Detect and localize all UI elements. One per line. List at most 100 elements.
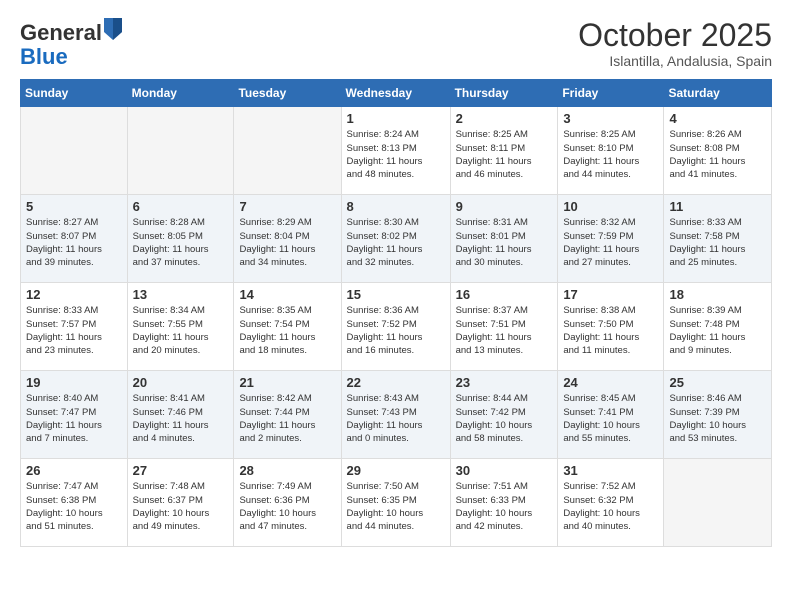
col-thursday: Thursday xyxy=(450,80,558,107)
day-info: Sunrise: 8:37 AM Sunset: 7:51 PM Dayligh… xyxy=(456,304,553,357)
calendar-cell: 20 Sunrise: 8:41 AM Sunset: 7:46 PM Dayli… xyxy=(127,371,234,459)
day-number: 24 xyxy=(563,375,658,390)
location-subtitle: Islantilla, Andalusia, Spain xyxy=(578,53,772,69)
day-info: Sunrise: 7:51 AM Sunset: 6:33 PM Dayligh… xyxy=(456,480,553,533)
col-sunday: Sunday xyxy=(21,80,128,107)
day-number: 17 xyxy=(563,287,658,302)
calendar-cell: 26 Sunrise: 7:47 AM Sunset: 6:38 PM Dayli… xyxy=(21,459,128,547)
calendar-cell: 13 Sunrise: 8:34 AM Sunset: 7:55 PM Dayli… xyxy=(127,283,234,371)
calendar-cell: 17 Sunrise: 8:38 AM Sunset: 7:50 PM Dayli… xyxy=(558,283,664,371)
day-info: Sunrise: 8:30 AM Sunset: 8:02 PM Dayligh… xyxy=(347,216,445,269)
calendar-cell: 31Sunrise: 7:52 AM Sunset: 6:32 PM Dayli… xyxy=(558,459,664,547)
logo-icon xyxy=(104,18,122,40)
calendar-cell: 16 Sunrise: 8:37 AM Sunset: 7:51 PM Dayli… xyxy=(450,283,558,371)
calendar-cell: 2Sunrise: 8:25 AM Sunset: 8:11 PM Daylig… xyxy=(450,107,558,195)
day-number: 1 xyxy=(347,111,445,126)
calendar-cell: 4Sunrise: 8:26 AM Sunset: 8:08 PM Daylig… xyxy=(664,107,772,195)
calendar-cell: 7 Sunrise: 8:29 AM Sunset: 8:04 PM Daylig… xyxy=(234,195,341,283)
calendar-cell: 3 Sunrise: 8:25 AM Sunset: 8:10 PM Daylig… xyxy=(558,107,664,195)
day-number: 4 xyxy=(669,111,766,126)
day-number: 29 xyxy=(347,463,445,478)
day-info: Sunrise: 8:38 AM Sunset: 7:50 PM Dayligh… xyxy=(563,304,658,357)
col-tuesday: Tuesday xyxy=(234,80,341,107)
day-info: Sunrise: 8:33 AM Sunset: 7:57 PM Dayligh… xyxy=(26,304,122,357)
day-info: Sunrise: 8:24 AM Sunset: 8:13 PM Dayligh… xyxy=(347,128,445,181)
day-info: Sunrise: 7:47 AM Sunset: 6:38 PM Dayligh… xyxy=(26,480,122,533)
day-number: 3 xyxy=(563,111,658,126)
day-info: Sunrise: 7:49 AM Sunset: 6:36 PM Dayligh… xyxy=(239,480,335,533)
calendar-cell: 25Sunrise: 8:46 AM Sunset: 7:39 PM Dayli… xyxy=(664,371,772,459)
logo-blue: Blue xyxy=(20,44,68,69)
day-info: Sunrise: 7:50 AM Sunset: 6:35 PM Dayligh… xyxy=(347,480,445,533)
calendar-cell: 9 Sunrise: 8:31 AM Sunset: 8:01 PM Daylig… xyxy=(450,195,558,283)
day-number: 16 xyxy=(456,287,553,302)
calendar-week-row-1: 1 Sunrise: 8:24 AM Sunset: 8:13 PM Daylig… xyxy=(21,107,772,195)
day-number: 25 xyxy=(669,375,766,390)
day-info: Sunrise: 8:41 AM Sunset: 7:46 PM Dayligh… xyxy=(133,392,229,445)
day-info: Sunrise: 8:28 AM Sunset: 8:05 PM Dayligh… xyxy=(133,216,229,269)
day-info: Sunrise: 8:45 AM Sunset: 7:41 PM Dayligh… xyxy=(563,392,658,445)
day-info: Sunrise: 8:42 AM Sunset: 7:44 PM Dayligh… xyxy=(239,392,335,445)
logo-blue-text: Blue xyxy=(20,45,122,69)
calendar-cell: 24 Sunrise: 8:45 AM Sunset: 7:41 PM Dayli… xyxy=(558,371,664,459)
day-number: 5 xyxy=(26,199,122,214)
day-number: 12 xyxy=(26,287,122,302)
day-number: 2 xyxy=(456,111,553,126)
calendar-cell: 22 Sunrise: 8:43 AM Sunset: 7:43 PM Dayli… xyxy=(341,371,450,459)
day-number: 15 xyxy=(347,287,445,302)
calendar-cell: 28Sunrise: 7:49 AM Sunset: 6:36 PM Dayli… xyxy=(234,459,341,547)
day-info: Sunrise: 8:43 AM Sunset: 7:43 PM Dayligh… xyxy=(347,392,445,445)
calendar-cell xyxy=(664,459,772,547)
col-monday: Monday xyxy=(127,80,234,107)
col-wednesday: Wednesday xyxy=(341,80,450,107)
day-number: 27 xyxy=(133,463,229,478)
calendar-week-row-4: 19 Sunrise: 8:40 AM Sunset: 7:47 PM Dayli… xyxy=(21,371,772,459)
page: General Blue October 2025 Islantilla, An… xyxy=(0,0,792,612)
logo-general: General xyxy=(20,20,102,45)
day-number: 13 xyxy=(133,287,229,302)
day-number: 31 xyxy=(563,463,658,478)
calendar-cell: 1 Sunrise: 8:24 AM Sunset: 8:13 PM Daylig… xyxy=(341,107,450,195)
day-number: 26 xyxy=(26,463,122,478)
calendar-cell: 27 Sunrise: 7:48 AM Sunset: 6:37 PM Dayli… xyxy=(127,459,234,547)
title-block: October 2025 Islantilla, Andalusia, Spai… xyxy=(578,18,772,69)
day-number: 20 xyxy=(133,375,229,390)
calendar-cell: 15Sunrise: 8:36 AM Sunset: 7:52 PM Dayli… xyxy=(341,283,450,371)
day-info: Sunrise: 8:29 AM Sunset: 8:04 PM Dayligh… xyxy=(239,216,335,269)
day-number: 11 xyxy=(669,199,766,214)
calendar-week-row-5: 26 Sunrise: 7:47 AM Sunset: 6:38 PM Dayli… xyxy=(21,459,772,547)
day-info: Sunrise: 8:31 AM Sunset: 8:01 PM Dayligh… xyxy=(456,216,553,269)
calendar-cell xyxy=(21,107,128,195)
day-number: 10 xyxy=(563,199,658,214)
day-info: Sunrise: 8:25 AM Sunset: 8:10 PM Dayligh… xyxy=(563,128,658,181)
calendar-cell xyxy=(234,107,341,195)
calendar-cell: 14 Sunrise: 8:35 AM Sunset: 7:54 PM Dayli… xyxy=(234,283,341,371)
calendar-cell: 29 Sunrise: 7:50 AM Sunset: 6:35 PM Dayli… xyxy=(341,459,450,547)
calendar-week-row-2: 5Sunrise: 8:27 AM Sunset: 8:07 PM Daylig… xyxy=(21,195,772,283)
day-info: Sunrise: 8:40 AM Sunset: 7:47 PM Dayligh… xyxy=(26,392,122,445)
day-number: 7 xyxy=(239,199,335,214)
day-info: Sunrise: 8:32 AM Sunset: 7:59 PM Dayligh… xyxy=(563,216,658,269)
day-info: Sunrise: 8:44 AM Sunset: 7:42 PM Dayligh… xyxy=(456,392,553,445)
calendar-cell: 18Sunrise: 8:39 AM Sunset: 7:48 PM Dayli… xyxy=(664,283,772,371)
calendar-cell: 6 Sunrise: 8:28 AM Sunset: 8:05 PM Daylig… xyxy=(127,195,234,283)
calendar-cell: 21 Sunrise: 8:42 AM Sunset: 7:44 PM Dayli… xyxy=(234,371,341,459)
calendar-week-row-3: 12 Sunrise: 8:33 AM Sunset: 7:57 PM Dayli… xyxy=(21,283,772,371)
calendar-cell: 5Sunrise: 8:27 AM Sunset: 8:07 PM Daylig… xyxy=(21,195,128,283)
calendar-cell: 30Sunrise: 7:51 AM Sunset: 6:33 PM Dayli… xyxy=(450,459,558,547)
day-number: 22 xyxy=(347,375,445,390)
day-info: Sunrise: 7:48 AM Sunset: 6:37 PM Dayligh… xyxy=(133,480,229,533)
logo: General Blue xyxy=(20,18,122,69)
day-info: Sunrise: 8:34 AM Sunset: 7:55 PM Dayligh… xyxy=(133,304,229,357)
day-info: Sunrise: 8:35 AM Sunset: 7:54 PM Dayligh… xyxy=(239,304,335,357)
col-friday: Friday xyxy=(558,80,664,107)
day-number: 6 xyxy=(133,199,229,214)
day-number: 23 xyxy=(456,375,553,390)
calendar-cell: 10 Sunrise: 8:32 AM Sunset: 7:59 PM Dayli… xyxy=(558,195,664,283)
calendar-cell: 12 Sunrise: 8:33 AM Sunset: 7:57 PM Dayli… xyxy=(21,283,128,371)
day-number: 21 xyxy=(239,375,335,390)
day-number: 9 xyxy=(456,199,553,214)
day-number: 14 xyxy=(239,287,335,302)
day-number: 19 xyxy=(26,375,122,390)
day-info: Sunrise: 8:33 AM Sunset: 7:58 PM Dayligh… xyxy=(669,216,766,269)
